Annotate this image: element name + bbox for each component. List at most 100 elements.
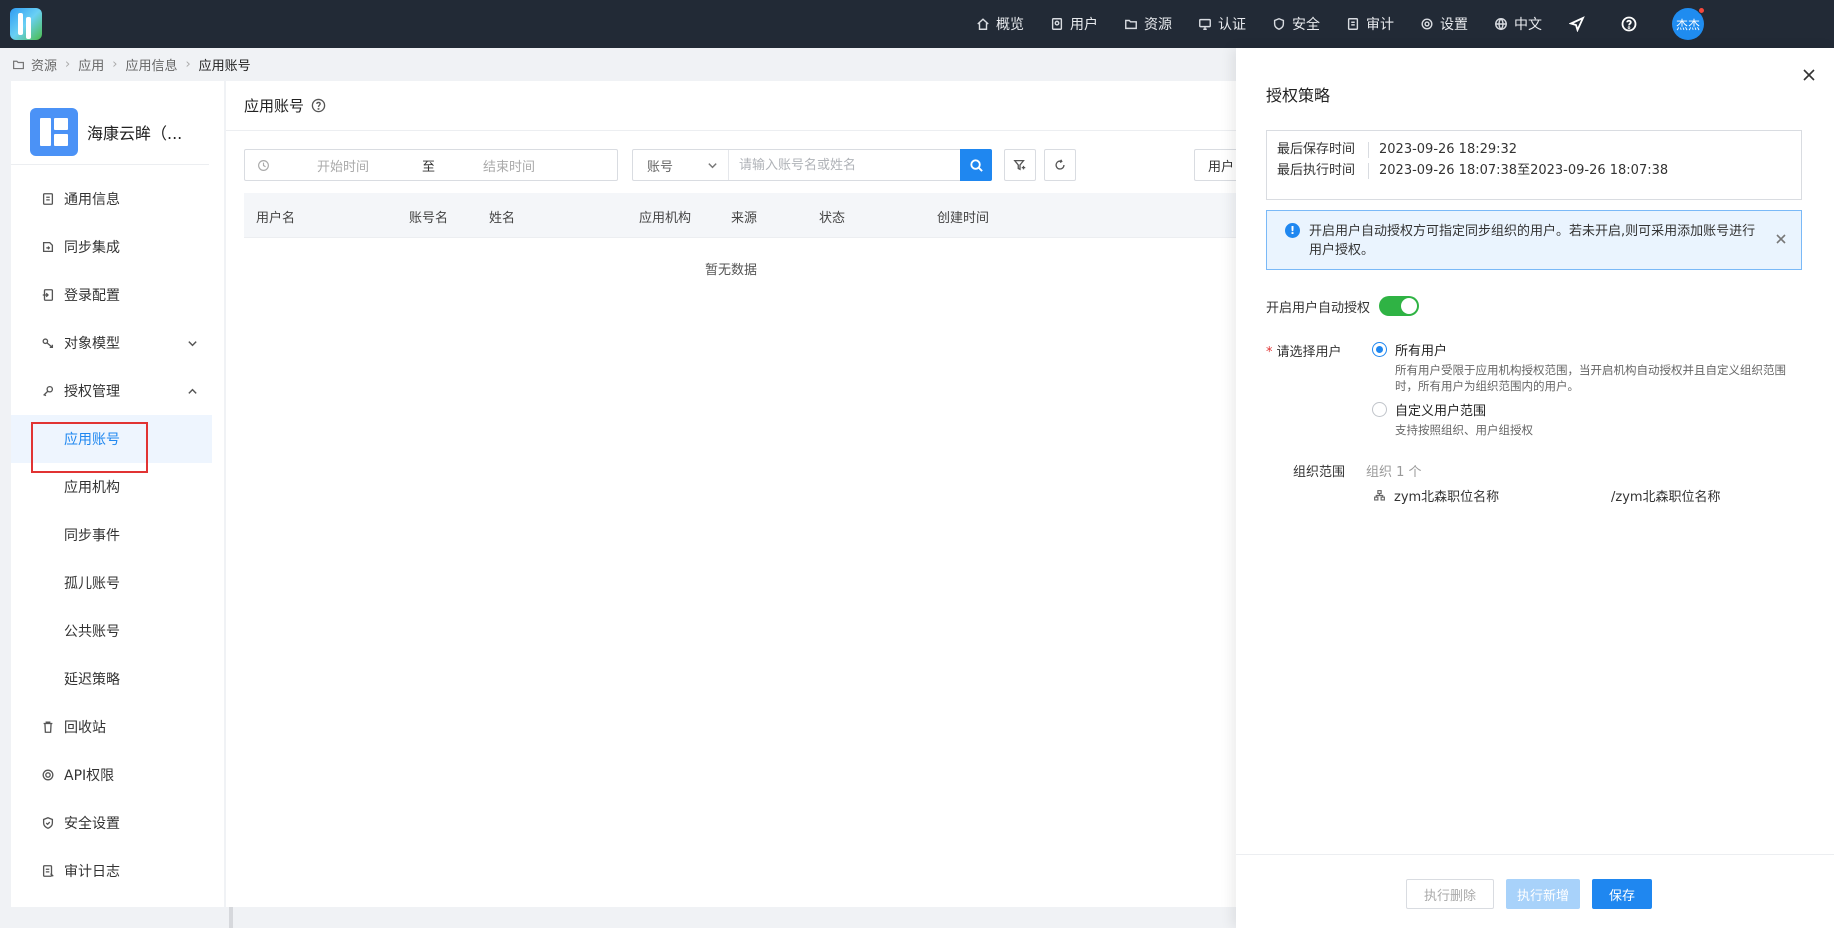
topnav-overview[interactable]: 概览 [976,14,1024,34]
sidebar-item-audit-log[interactable]: 审计日志 [11,847,224,895]
sidebar-subitem-orphan-account[interactable]: 孤儿账号 [11,559,224,607]
refresh-button[interactable] [1044,149,1076,181]
alert-text: 开启用户自动授权方可指定同步组织的用户。若未开启,则可采用添加账号进行用户授权。 [1309,224,1756,258]
sidebar-item-label: 回收站 [64,720,106,736]
breadcrumb-item[interactable]: 应用 [78,55,104,74]
topnav-label: 用户 [1070,17,1098,33]
sidebar-subitem-delay-policy[interactable]: 延迟策略 [11,655,224,703]
sidebar-item-label: API权限 [64,768,115,784]
scope-org-item: zym北森职位名称 [1373,486,1499,505]
column-header[interactable]: 状态 [819,207,845,226]
topnav-settings[interactable]: 设置 [1420,14,1468,34]
sidebar-item-login[interactable]: 登录配置 [11,271,224,319]
topnav-user[interactable]: 用户 [1050,14,1098,34]
log-icon [42,865,54,877]
topnav-resource[interactable]: 资源 [1124,14,1172,34]
breadcrumb-separator: › [185,56,191,72]
info-alert: ! 开启用户自动授权方可指定同步组织的用户。若未开启,则可采用添加账号进行用户授… [1266,210,1802,270]
auto-auth-toggle[interactable] [1379,296,1420,316]
help-icon[interactable] [311,98,326,113]
send-button[interactable] [1568,15,1586,33]
execute-add-button[interactable]: 执行新增 [1506,879,1580,909]
column-header[interactable]: 姓名 [489,207,515,226]
sidebar-item-recycle[interactable]: 回收站 [11,703,224,751]
notification-dot [1698,7,1705,14]
column-header[interactable]: 用户名 [256,207,295,226]
sidebar-subitem-sync-events[interactable]: 同步事件 [11,511,224,559]
sidebar-item-api[interactable]: API权限 [11,751,224,799]
search-input[interactable] [729,150,960,180]
search-icon [969,158,983,172]
topnav-label: 审计 [1366,17,1394,33]
auto-auth-label: 开启用户自动授权 [1266,300,1371,316]
radio-button[interactable] [1372,342,1387,357]
sidebar-item-label: 登录配置 [64,288,120,304]
scope-label: 组织范围 [1293,465,1346,480]
login-icon [42,289,54,301]
app-header: 海康云眸（... [11,81,209,165]
avatar[interactable]: 杰杰 [1672,7,1705,40]
chevron-down-icon [188,340,197,346]
sidebar-subitem-public-account[interactable]: 公共账号 [11,607,224,655]
help-button[interactable] [1620,15,1638,33]
app-logo-icon[interactable] [10,8,42,40]
column-header[interactable]: 应用机构 [639,207,691,226]
date-range-picker[interactable]: 开始时间 至 结束时间 [244,149,618,181]
topnav-auth[interactable]: 认证 [1198,14,1246,34]
drawer-close-button[interactable] [1802,68,1816,82]
breadcrumb-current: 应用账号 [198,58,251,74]
sidebar-subitem-app-org[interactable]: 应用机构 [11,463,224,511]
home-icon [977,18,989,30]
table-header: 用户名 账号名 姓名 应用机构 来源 状态 创建时间 [244,193,1236,237]
breadcrumb-item[interactable]: 资源 [31,55,57,74]
search-field-select[interactable]: 账号 [633,150,729,180]
topnav-language[interactable]: 中文 [1494,14,1542,34]
filter-icon [1013,159,1026,171]
radio-label: 所有用户 [1395,344,1448,359]
divider [226,130,1236,131]
sidebar-item-label: 授权管理 [64,384,120,400]
radio-button[interactable] [1372,402,1387,417]
topnav-label: 资源 [1144,17,1172,33]
execution-info: 最后保存时间 2023-09-26 18:29:32 最后执行时间 2023-0… [1266,130,1802,200]
topnav-label: 概览 [996,17,1024,33]
search-button[interactable] [960,149,992,181]
sidebar-item-object-model[interactable]: 对象模型 [11,319,224,367]
top-bar: 概览 用户 资源 认证 安全 审计 设置 中文 杰杰 [0,0,1834,48]
sidebar-item-label: 对象模型 [64,336,120,352]
alert-close-button[interactable] [1775,233,1787,245]
topnav-security[interactable]: 安全 [1272,14,1320,34]
filter-button[interactable] [1004,149,1036,181]
column-header[interactable]: 账号名 [409,207,448,226]
column-header[interactable]: 来源 [731,207,757,226]
radio-all-users[interactable]: 所有用户 [1372,340,1447,359]
sidebar-item-general[interactable]: 通用信息 [11,175,224,223]
execute-delete-button[interactable]: 执行删除 [1406,879,1494,909]
shield-icon [42,817,54,829]
auto-auth-row: 开启用户自动授权 [1266,296,1420,316]
radio-label: 自定义用户范围 [1395,404,1487,419]
sidebar-item-sync[interactable]: 同步集成 [11,223,224,271]
column-header[interactable]: 创建时间 [937,207,989,226]
top-nav: 概览 用户 资源 认证 安全 审计 设置 中文 杰杰 [976,0,1834,48]
api-icon [42,769,54,781]
sidebar-subitem-app-account[interactable]: 应用账号 [11,415,212,463]
app-name: 海康云眸（... [87,124,183,143]
auth-policy-drawer: 授权策略 最后保存时间 2023-09-26 18:29:32 最后执行时间 2… [1236,48,1834,928]
page-title-text: 应用账号 [244,97,305,115]
save-button[interactable]: 保存 [1592,879,1652,909]
date-start[interactable]: 开始时间 [317,156,369,175]
last-exec-row: 最后执行时间 2023-09-26 18:07:38至2023-09-26 18… [1277,163,1668,179]
sidebar-item-security-settings[interactable]: 安全设置 [11,799,224,847]
radio-custom-users[interactable]: 自定义用户范围 [1372,400,1486,419]
folder-icon [13,60,24,69]
topnav-audit[interactable]: 审计 [1346,14,1394,34]
close-icon [1776,234,1786,244]
date-end[interactable]: 结束时间 [483,156,535,175]
sidebar-item-auth-manage[interactable]: 授权管理 [11,367,224,415]
user-icon [1051,18,1063,30]
breadcrumb-item[interactable]: 应用信息 [125,55,177,74]
footer-divider [1236,854,1834,855]
select-user-label-text: 请选择用户 [1276,345,1342,360]
close-icon [1803,69,1815,81]
